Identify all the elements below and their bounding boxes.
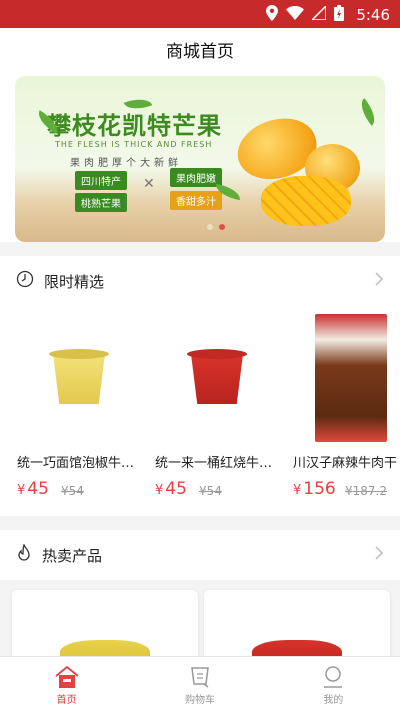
leaf-decoration	[355, 98, 381, 126]
wifi-icon	[286, 6, 305, 24]
product-original-price: ¥54	[61, 484, 84, 498]
product-name: 统一巧面馆泡椒牛肉面	[17, 456, 145, 471]
noodle-cup-image	[187, 349, 247, 409]
banner-tag: 桃熟芒果	[75, 193, 127, 212]
banner-tag: 四川特产	[75, 171, 127, 190]
chevron-right-icon[interactable]	[374, 271, 384, 291]
location-icon	[266, 5, 279, 25]
limited-products: 统一巧面馆泡椒牛肉面 ¥45 ¥54 统一来一桶红烧牛肉面 ¥45 ¥54 川汉…	[0, 306, 400, 516]
tab-label: 首页	[56, 695, 77, 706]
promo-banner[interactable]: 攀枝花凯特芒果 THE FLESH IS THICK AND FRESH 果肉肥…	[15, 76, 385, 242]
bottom-tab-bar: 首页 购物车 我的	[0, 656, 400, 712]
battery-charging-icon	[334, 5, 345, 25]
clock-icon	[16, 270, 34, 292]
user-icon	[321, 663, 345, 691]
mango-cut-image	[261, 176, 351, 226]
banner-subtitle-en: THE FLESH IS THICK AND FRESH	[55, 140, 213, 149]
status-time: 5:46	[356, 6, 390, 24]
tab-label: 我的	[323, 695, 344, 706]
product-card[interactable]: 川汉子麻辣牛肉干 ¥156 ¥187.2	[291, 306, 400, 516]
banner-tag: 香甜多汁	[170, 191, 222, 210]
banner-title: 攀枝花凯特芒果	[47, 111, 222, 140]
limited-section-header[interactable]: 限时精选	[0, 256, 400, 306]
home-icon	[54, 663, 80, 691]
chevron-right-icon[interactable]	[374, 545, 384, 565]
product-name: 统一来一桶红烧牛肉面	[155, 456, 283, 471]
tab-label: 购物车	[184, 695, 215, 706]
noodle-cup-image	[49, 349, 109, 409]
limited-section: 限时精选 统一巧面馆泡椒牛肉面 ¥45 ¥54 统一来一桶红烧牛肉面 ¥ 45 …	[0, 256, 400, 516]
hot-section: 热卖产品	[0, 530, 400, 670]
product-card[interactable]: 统一来一桶红烧牛肉面 ¥45 ¥54	[153, 306, 283, 516]
banner-tag: 果肉肥嫩	[170, 168, 222, 187]
tab-cart[interactable]: 购物车	[133, 657, 266, 712]
status-icons: 5:46	[266, 4, 390, 25]
page-title: 商城首页	[0, 28, 400, 76]
status-bar: 5:46	[0, 0, 400, 28]
tab-home[interactable]: 首页	[0, 657, 133, 712]
cart-icon	[188, 663, 212, 691]
tab-profile[interactable]: 我的	[267, 657, 400, 712]
product-original-price: ¥187.2	[345, 484, 387, 498]
product-name: 川汉子麻辣牛肉干	[293, 456, 398, 471]
banner-slogan: 果肉肥厚个大新鲜	[70, 158, 182, 169]
product-image	[153, 314, 281, 444]
banner-area: 攀枝花凯特芒果 THE FLESH IS THICK AND FRESH 果肉肥…	[0, 76, 400, 242]
signal-icon	[310, 4, 328, 24]
product-original-price: ¥54	[199, 484, 222, 498]
carousel-dots	[207, 224, 225, 230]
hot-section-title: 热卖产品	[42, 546, 103, 565]
banner-cross-icon: ✕	[143, 176, 155, 192]
carousel-dot-active[interactable]	[219, 224, 225, 230]
product-image	[291, 314, 400, 444]
limited-section-title: 限时精选	[44, 272, 105, 291]
product-price: ¥45	[155, 479, 187, 499]
product-price: ¥45	[17, 479, 49, 499]
beef-jerky-pack-image	[315, 314, 387, 442]
hot-section-header[interactable]: 热卖产品	[0, 530, 400, 580]
product-image	[15, 314, 143, 444]
flame-icon	[16, 542, 32, 566]
product-card[interactable]: 统一巧面馆泡椒牛肉面 ¥45 ¥54	[15, 306, 145, 516]
carousel-dot[interactable]	[207, 224, 213, 230]
product-price: ¥156	[293, 479, 336, 499]
